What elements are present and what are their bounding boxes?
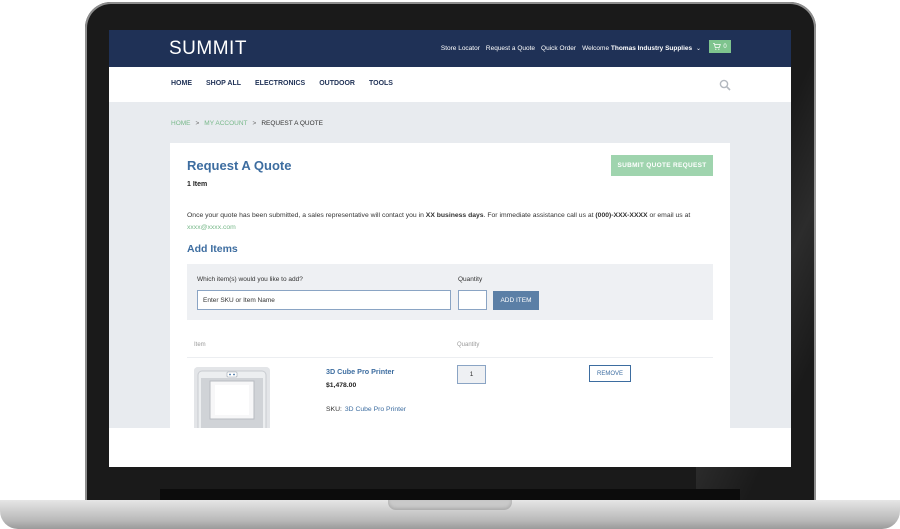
product-image[interactable] bbox=[194, 367, 270, 434]
row-quantity-input[interactable]: 1 bbox=[457, 365, 486, 384]
screen: SUMMIT Store Locator Request a Quote Qui… bbox=[109, 30, 791, 467]
nav-tools[interactable]: TOOLS bbox=[369, 80, 393, 87]
item-field-label: Which item(s) would you like to add? bbox=[197, 276, 303, 283]
quick-order-link[interactable]: Quick Order bbox=[541, 45, 576, 52]
add-items-panel: Which item(s) would you like to add? Qua… bbox=[187, 264, 713, 320]
breadcrumb-separator: > bbox=[252, 120, 257, 127]
quote-notice: Once your quote has been submitted, a sa… bbox=[187, 210, 707, 234]
cart-icon bbox=[713, 43, 722, 50]
column-header-item: Item bbox=[194, 342, 206, 348]
nav-home[interactable]: HOME bbox=[171, 80, 192, 87]
printer-image bbox=[194, 367, 270, 434]
screen-bottom-area bbox=[109, 428, 791, 467]
sku-label: SKU: bbox=[326, 406, 342, 413]
search-icon[interactable] bbox=[719, 79, 731, 91]
remove-item-button[interactable]: REMOVE bbox=[589, 365, 631, 382]
product-name-link[interactable]: 3D Cube Pro Printer bbox=[326, 367, 394, 376]
laptop-hinge bbox=[160, 489, 740, 500]
quote-card: Request A Quote 1 Item SUBMIT QUOTE REQU… bbox=[170, 143, 730, 434]
item-count: 1 Item bbox=[187, 181, 208, 188]
cart-count: 0 bbox=[723, 43, 727, 50]
quantity-input[interactable] bbox=[458, 290, 487, 310]
laptop-notch bbox=[388, 500, 512, 510]
breadcrumb-separator: > bbox=[195, 120, 200, 127]
account-menu[interactable]: Welcome Thomas Industry Supplies ⌄ bbox=[582, 45, 701, 52]
sku-value-link[interactable]: 3D Cube Pro Printer bbox=[345, 406, 406, 413]
nav-shop-all[interactable]: SHOP ALL bbox=[206, 80, 241, 87]
top-header: SUMMIT Store Locator Request a Quote Qui… bbox=[109, 30, 791, 67]
nav-electronics[interactable]: ELECTRONICS bbox=[255, 80, 305, 87]
notice-business-days: XX business days bbox=[425, 212, 484, 219]
notice-text: or email us at bbox=[647, 212, 691, 219]
page-title: Request A Quote bbox=[187, 158, 292, 173]
utility-links: Store Locator Request a Quote Quick Orde… bbox=[435, 40, 731, 53]
quantity-field-label: Quantity bbox=[458, 276, 483, 283]
submit-quote-button[interactable]: SUBMIT QUOTE REQUEST bbox=[611, 155, 713, 176]
request-quote-link[interactable]: Request a Quote bbox=[486, 45, 535, 52]
store-locator-link[interactable]: Store Locator bbox=[441, 45, 480, 52]
column-header-quantity: Quantity bbox=[457, 342, 480, 348]
notice-phone: (000)-XXX-XXXX bbox=[595, 212, 648, 219]
account-name: Thomas Industry Supplies bbox=[610, 44, 693, 52]
notice-text: Once your quote has been submitted, a sa… bbox=[187, 212, 426, 219]
add-items-title: Add Items bbox=[187, 243, 238, 255]
breadcrumb: HOME > MY ACCOUNT > REQUEST A QUOTE bbox=[171, 120, 323, 127]
add-item-button[interactable]: ADD ITEM bbox=[493, 291, 539, 310]
notice-email-link[interactable]: xxxx@xxxx.com bbox=[187, 224, 236, 231]
main-nav: HOME SHOP ALL ELECTRONICS OUTDOOR TOOLS bbox=[109, 67, 791, 102]
nav-outdoor[interactable]: OUTDOOR bbox=[319, 80, 355, 87]
items-table-header: Item Quantity bbox=[187, 342, 713, 358]
site-logo[interactable]: SUMMIT bbox=[169, 38, 247, 60]
breadcrumb-home[interactable]: HOME bbox=[171, 120, 191, 127]
sku-search-input[interactable]: Enter SKU or Item Name bbox=[197, 290, 451, 310]
chevron-down-icon: ⌄ bbox=[695, 45, 701, 52]
product-sku: SKU: 3D Cube Pro Printer bbox=[326, 406, 406, 413]
cart-button[interactable]: 0 bbox=[709, 40, 731, 53]
notice-text: . For immediate assistance call us at bbox=[483, 212, 596, 219]
product-price: $1,478.00 bbox=[326, 382, 357, 389]
breadcrumb-my-account[interactable]: MY ACCOUNT bbox=[204, 120, 247, 127]
breadcrumb-current: REQUEST A QUOTE bbox=[261, 120, 323, 127]
welcome-text: Welcome bbox=[582, 44, 610, 52]
